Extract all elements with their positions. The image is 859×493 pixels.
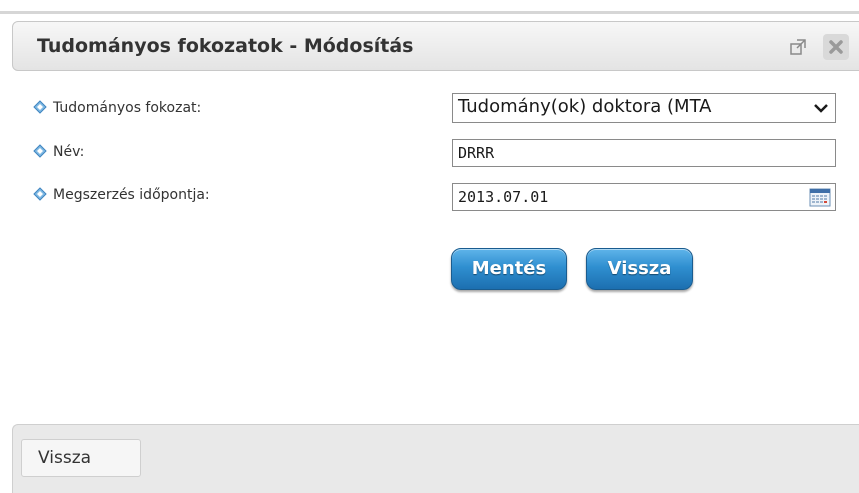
date-input[interactable]: 2013.07.01 [452,183,836,211]
degree-label: Tudományos fokozat: [53,100,202,116]
date-label: Megszerzés időpontja: [53,187,210,203]
name-label: Név: [53,144,85,160]
popout-icon[interactable] [789,38,807,56]
back-button[interactable]: Vissza [586,248,693,290]
top-divider [0,11,859,14]
degree-select[interactable]: Tudomány(ok) doktora (MTA [452,93,836,123]
close-button[interactable] [823,34,849,60]
dialog-header: Tudományos fokozatok - Módosítás [12,21,859,71]
chevron-down-icon [814,104,828,113]
footer-back-button[interactable]: Vissza [21,439,141,477]
close-icon [829,40,843,54]
degree-select-value: Tudomány(ok) doktora (MTA [458,96,712,117]
bullet-icon [33,187,47,201]
field-label-date: Megszerzés időpontja: [33,187,210,203]
field-label-name: Név: [33,144,84,160]
dialog-window: Tudományos fokozatok - Módosítás Tudomán… [0,0,859,493]
save-button[interactable]: Mentés [451,248,567,290]
field-label-degree: Tudományos fokozat: [33,100,201,116]
calendar-icon[interactable] [809,187,831,207]
bullet-icon [33,144,47,158]
bullet-icon [33,100,47,114]
name-input-value: DRRR [458,144,495,162]
dialog-title: Tudományos fokozatok - Módosítás [37,35,414,57]
dialog-footer: Vissza [12,424,859,493]
name-input[interactable]: DRRR [452,139,836,167]
date-input-value: 2013.07.01 [458,188,549,206]
